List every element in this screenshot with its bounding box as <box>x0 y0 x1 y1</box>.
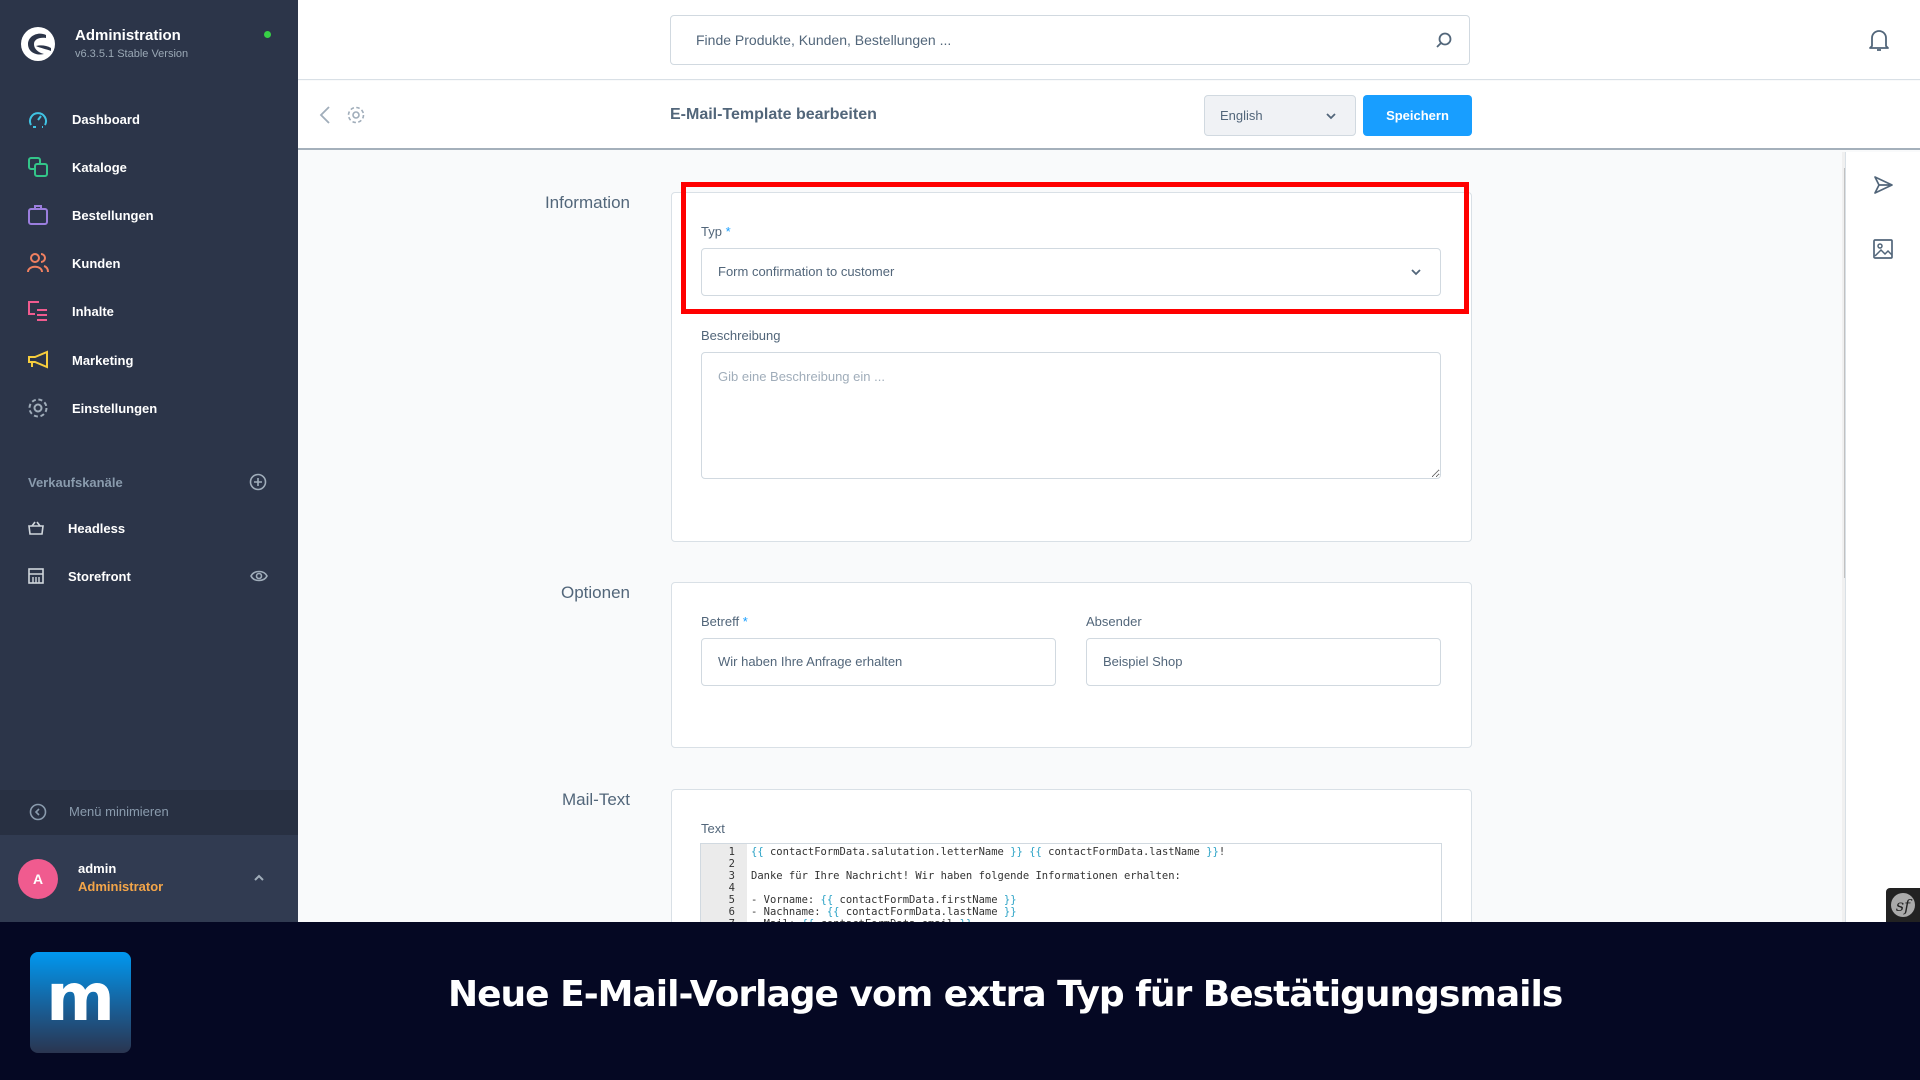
line-text: Danke für Ihre Nachricht! Wir haben folg… <box>751 870 1181 882</box>
user-role: Administrator <box>78 879 164 894</box>
send-test-mail-icon[interactable] <box>1872 174 1894 196</box>
symfony-logo-icon: sf <box>1891 893 1915 917</box>
sidebar-item-kataloge[interactable]: Kataloge <box>0 147 298 187</box>
global-search[interactable] <box>670 15 1470 65</box>
sender-label: Absender <box>1086 614 1142 629</box>
avatar: A <box>18 859 58 899</box>
sidebar-item-label: Dashboard <box>72 111 140 127</box>
line-number: 5 <box>728 894 735 906</box>
caption-banner: m Neue E-Mail-Vorlage vom extra Typ für … <box>0 922 1920 1080</box>
sender-input[interactable]: Beispiel Shop <box>1086 638 1441 686</box>
minimize-menu-button[interactable]: Menü minimieren <box>0 790 298 835</box>
sidebar-item-label: Inhalte <box>72 303 114 319</box>
subject-input[interactable]: Wir haben Ihre Anfrage erhalten <box>701 638 1056 686</box>
brand-logo: m <box>30 952 131 1053</box>
right-sidebar <box>1845 152 1920 922</box>
sales-channel-storefront[interactable]: Storefront <box>0 556 298 596</box>
sidebar-item-bestellungen[interactable]: Bestellungen <box>0 195 298 235</box>
description-label: Beschreibung <box>701 328 781 343</box>
page-header: E-Mail-Template bearbeiten English Speic… <box>298 81 1920 150</box>
description-textarea[interactable] <box>701 352 1441 479</box>
sidebar: Administration v6.3.5.1 Stable Version D… <box>0 0 298 922</box>
customers-icon <box>27 253 49 273</box>
subject-label: Betreff * <box>701 614 748 629</box>
section-label-options: Optionen <box>561 583 630 602</box>
add-sales-channel-icon[interactable] <box>249 473 267 491</box>
type-select[interactable]: Form confirmation to customer <box>701 248 1441 296</box>
shopware-logo-icon <box>21 27 55 61</box>
line-text: {{ contactFormData.salutation.letterName… <box>751 846 1226 858</box>
line-number: 2 <box>728 858 735 870</box>
dashboard-icon <box>29 112 47 128</box>
settings-gear-icon[interactable] <box>346 105 366 125</box>
content-icon <box>28 301 47 321</box>
sidebar-item-marketing[interactable]: Marketing <box>0 340 298 380</box>
notification-bell-icon[interactable] <box>1868 28 1890 52</box>
storefront-icon <box>28 568 44 584</box>
search-input[interactable] <box>671 16 1421 64</box>
status-indicator <box>264 31 271 38</box>
sidebar-item-label: Headless <box>68 520 126 536</box>
save-button[interactable]: Speichern <box>1363 95 1472 136</box>
type-label: Typ * <box>701 224 731 239</box>
user-menu[interactable]: A admin Administrator <box>0 835 298 922</box>
sidebar-item-label: Marketing <box>72 352 134 368</box>
top-bar <box>298 0 1920 80</box>
eye-icon[interactable] <box>250 569 268 583</box>
app-version: v6.3.5.1 Stable Version <box>75 48 189 60</box>
sidebar-item-kunden[interactable]: Kunden <box>0 243 298 283</box>
code-editor[interactable]: 1 {{ contactFormData.salutation.letterNam… <box>700 843 1442 923</box>
sales-channels-title: Verkaufskanäle <box>28 475 123 490</box>
chevron-down-icon <box>1411 269 1421 276</box>
text-label: Text <box>701 821 725 836</box>
app-title: Administration <box>75 27 181 44</box>
section-label-mail-text: Mail-Text <box>561 790 630 809</box>
gear-icon <box>28 398 48 418</box>
sidebar-item-dashboard[interactable]: Dashboard <box>0 99 298 139</box>
sidebar-item-label: Kataloge <box>72 159 127 175</box>
line-text: - Vorname: {{ contactFormData.firstName … <box>751 894 1017 906</box>
line-number: 3 <box>728 870 735 882</box>
media-image-icon[interactable] <box>1872 238 1894 260</box>
sidebar-item-label: Storefront <box>68 568 131 584</box>
megaphone-icon <box>28 350 48 369</box>
chevron-up-icon[interactable] <box>252 871 266 885</box>
options-card: Betreff * Wir haben Ihre Anfrage erhalte… <box>671 582 1472 748</box>
type-value: Form confirmation to customer <box>718 264 895 279</box>
search-icon[interactable] <box>1435 31 1453 49</box>
information-card: Typ * Form confirmation to customer Besc… <box>671 192 1472 542</box>
basket-icon <box>28 521 44 535</box>
chevron-down-icon <box>1326 113 1336 120</box>
user-name: admin <box>78 861 117 876</box>
sidebar-item-label: Bestellungen <box>72 207 154 223</box>
banner-title: Neue E-Mail-Vorlage vom extra Typ für Be… <box>448 974 1563 1015</box>
section-label-information: Information <box>544 193 630 212</box>
sidebar-item-label: Einstellungen <box>72 400 158 416</box>
language-select[interactable]: English <box>1204 95 1356 136</box>
catalog-icon <box>28 157 48 177</box>
sales-channel-headless[interactable]: Headless <box>0 508 298 548</box>
sidebar-item-einstellungen[interactable]: Einstellungen <box>0 388 298 428</box>
line-number: 4 <box>728 882 735 894</box>
orders-bag-icon <box>28 205 48 225</box>
line-text: - Nachname: {{ contactFormData.lastName … <box>751 906 1017 918</box>
back-chevron-icon[interactable] <box>318 105 332 125</box>
minimize-menu-label: Menü minimieren <box>69 804 169 819</box>
sidebar-item-inhalte[interactable]: Inhalte <box>0 291 298 331</box>
symfony-toolbar-toggle[interactable]: sf <box>1886 888 1920 922</box>
chevron-left-circle-icon <box>29 803 47 821</box>
page-title: E-Mail-Template bearbeiten <box>670 106 877 123</box>
language-value: English <box>1220 108 1263 123</box>
sidebar-item-label: Kunden <box>72 255 121 271</box>
line-number: 1 <box>728 846 735 858</box>
line-number: 6 <box>728 906 735 918</box>
